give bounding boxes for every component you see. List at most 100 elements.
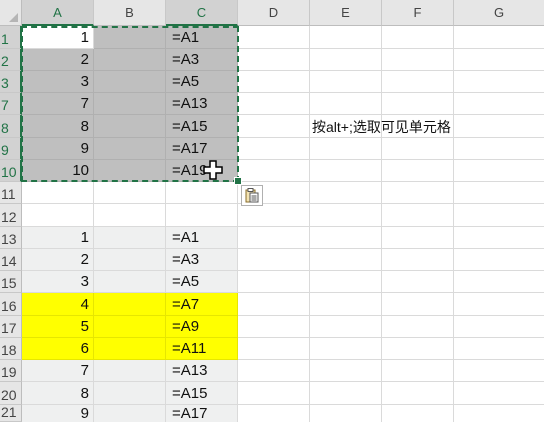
row-header-19[interactable]: 19 — [0, 360, 22, 382]
row-header-2[interactable]: 2 — [0, 49, 22, 71]
column-g-area[interactable] — [454, 26, 544, 422]
column-header-c[interactable]: C — [166, 0, 238, 26]
gridline — [238, 315, 544, 316]
column-header-d[interactable]: D — [238, 0, 310, 26]
column-header-f[interactable]: F — [382, 0, 454, 26]
cell-a9[interactable]: 9 — [22, 138, 94, 160]
gridline — [238, 359, 544, 360]
cell-b21[interactable] — [94, 405, 166, 422]
cell-b2[interactable] — [94, 49, 166, 71]
row-header-8[interactable]: 8 — [0, 115, 22, 138]
cell-c13[interactable]: =A1 — [166, 227, 238, 249]
row-header-10[interactable]: 10 — [0, 160, 22, 182]
cell-c20[interactable]: =A15 — [166, 382, 238, 405]
cell-c11[interactable] — [166, 182, 238, 204]
row-header-18[interactable]: 18 — [0, 338, 22, 360]
cell-a19[interactable]: 7 — [22, 360, 94, 382]
cell-b9[interactable] — [94, 138, 166, 160]
select-all-button[interactable] — [0, 0, 22, 26]
cell-a14[interactable]: 2 — [22, 249, 94, 271]
cell-c3[interactable]: =A5 — [166, 71, 238, 93]
cell-c2[interactable]: =A3 — [166, 49, 238, 71]
cell-c21[interactable]: =A17 — [166, 405, 238, 422]
row-header-20[interactable]: 20 — [0, 382, 22, 405]
cell-c14[interactable]: =A3 — [166, 249, 238, 271]
cell-c15[interactable]: =A5 — [166, 271, 238, 293]
cell-c17[interactable]: =A9 — [166, 316, 238, 338]
cell-a10[interactable]: 10 — [22, 160, 94, 182]
row-header-21[interactable]: 21 — [0, 405, 22, 422]
cell-b16[interactable] — [94, 293, 166, 316]
cell-b10[interactable] — [94, 160, 166, 182]
cell-a17[interactable]: 5 — [22, 316, 94, 338]
cell-e8[interactable]: 按alt+;选取可见单元格 — [310, 115, 451, 138]
cell-b15[interactable] — [94, 271, 166, 293]
cell-b1[interactable] — [94, 26, 166, 49]
cell-a3[interactable]: 3 — [22, 71, 94, 93]
cell-c9[interactable]: =A17 — [166, 138, 238, 160]
row-header-7[interactable]: 7 — [0, 93, 22, 115]
cell-c19[interactable]: =A13 — [166, 360, 238, 382]
row-header-9[interactable]: 9 — [0, 138, 22, 160]
cell-c16[interactable]: =A7 — [166, 293, 238, 316]
cell-c7[interactable]: =A13 — [166, 93, 238, 115]
cell-a2[interactable]: 2 — [22, 49, 94, 71]
cell-b3[interactable] — [94, 71, 166, 93]
column-header-g[interactable]: G — [454, 0, 544, 26]
cell-b14[interactable] — [94, 249, 166, 271]
cell-b18[interactable] — [94, 338, 166, 360]
row-header-13[interactable]: 13 — [0, 227, 22, 249]
gridline — [238, 248, 544, 249]
row-header-15[interactable]: 15 — [0, 271, 22, 293]
gridline — [238, 404, 544, 405]
column-d-area[interactable] — [238, 26, 310, 422]
fill-handle[interactable] — [234, 177, 242, 185]
paste-options-button[interactable] — [241, 185, 263, 206]
cell-a8[interactable]: 8 — [22, 115, 94, 138]
cell-a1[interactable]: 1 — [22, 26, 94, 49]
row-header-16[interactable]: 16 — [0, 293, 22, 316]
cell-a21[interactable]: 9 — [22, 405, 94, 422]
row-header-11[interactable]: 11 — [0, 182, 22, 204]
cell-b12[interactable] — [94, 204, 166, 227]
paste-options-icon — [245, 188, 259, 203]
plus-cursor-icon — [203, 160, 223, 180]
gridline — [238, 70, 544, 71]
column-f-area[interactable] — [382, 26, 454, 422]
column-e-area[interactable] — [310, 26, 382, 422]
gridline — [238, 381, 544, 382]
row-header-1[interactable]: 1 — [0, 26, 22, 49]
gridline — [238, 270, 544, 271]
cell-c8[interactable]: =A15 — [166, 115, 238, 138]
cell-b11[interactable] — [94, 182, 166, 204]
row-header-14[interactable]: 14 — [0, 249, 22, 271]
cell-a11[interactable] — [22, 182, 94, 204]
cell-c18[interactable]: =A11 — [166, 338, 238, 360]
row-header-12[interactable]: 12 — [0, 204, 22, 227]
row-header-3[interactable]: 3 — [0, 71, 22, 93]
cell-c12[interactable] — [166, 204, 238, 227]
cell-a16[interactable]: 4 — [22, 293, 94, 316]
cell-b7[interactable] — [94, 93, 166, 115]
row-header-17[interactable]: 17 — [0, 316, 22, 338]
gridline — [238, 292, 544, 293]
cell-b13[interactable] — [94, 227, 166, 249]
column-header-b[interactable]: B — [94, 0, 166, 26]
cell-b8[interactable] — [94, 115, 166, 138]
cell-b17[interactable] — [94, 316, 166, 338]
cell-b20[interactable] — [94, 382, 166, 405]
gridline — [238, 159, 544, 160]
cell-a20[interactable]: 8 — [22, 382, 94, 405]
cell-a15[interactable]: 3 — [22, 271, 94, 293]
cell-c1[interactable]: =A1 — [166, 26, 238, 49]
cell-a7[interactable]: 7 — [22, 93, 94, 115]
gridline — [238, 226, 544, 227]
cell-a18[interactable]: 6 — [22, 338, 94, 360]
cell-a13[interactable]: 1 — [22, 227, 94, 249]
column-header-a[interactable]: A — [22, 0, 94, 26]
cell-a12[interactable] — [22, 204, 94, 227]
cell-c10[interactable]: =A19 — [166, 160, 238, 182]
cell-b19[interactable] — [94, 360, 166, 382]
gridline — [238, 92, 544, 93]
column-header-e[interactable]: E — [310, 0, 382, 26]
